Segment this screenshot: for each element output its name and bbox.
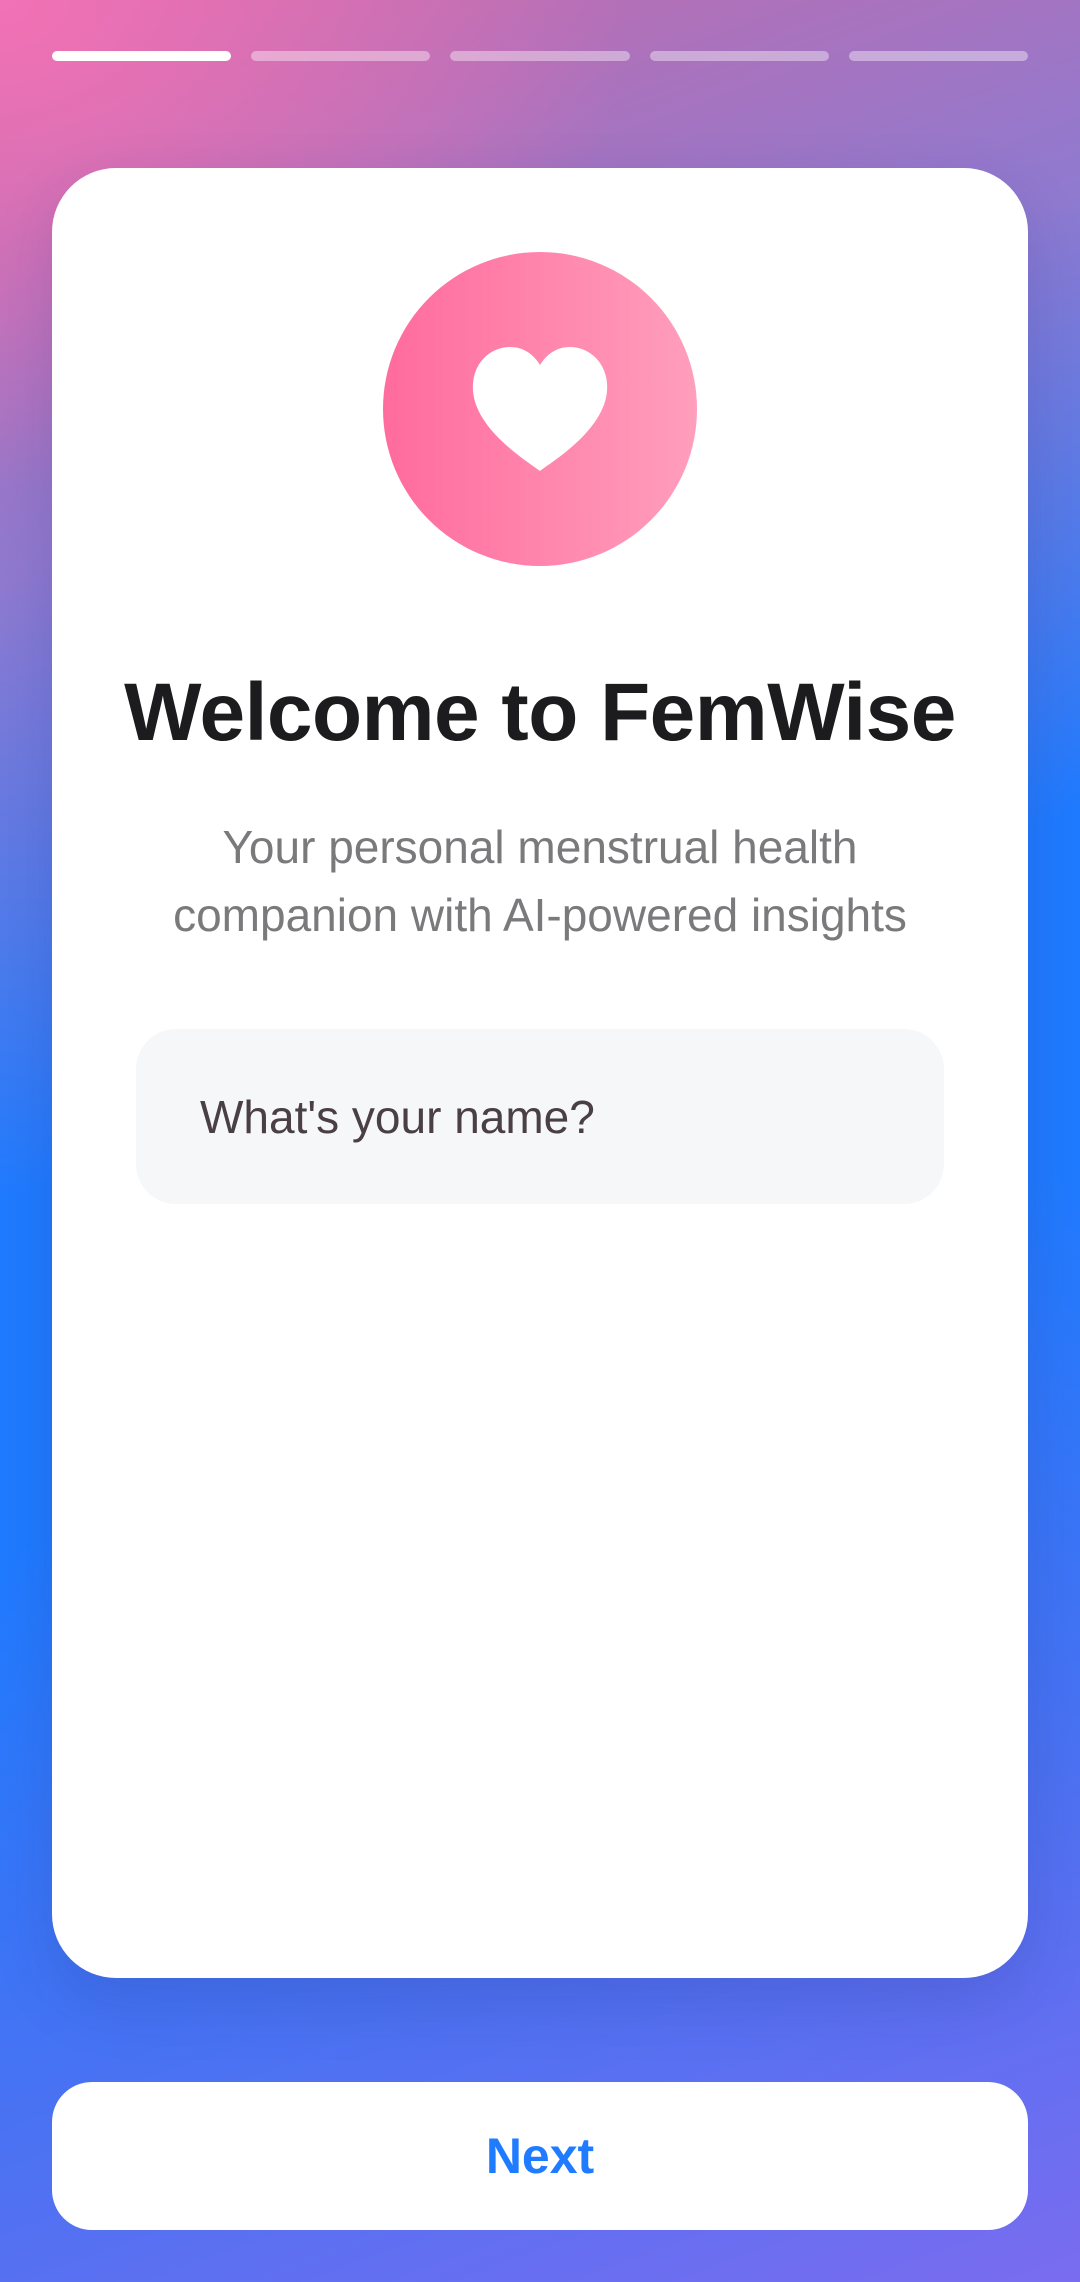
progress-step-1 <box>52 51 232 61</box>
progress-step-4 <box>649 51 829 61</box>
progress-step-3 <box>450 51 630 61</box>
progress-step-2 <box>251 51 431 61</box>
next-button[interactable]: Next <box>52 2082 1028 2230</box>
page-subtitle: Your personal menstrual health companion… <box>173 821 907 941</box>
name-input[interactable] <box>136 1029 944 1204</box>
welcome-card: Welcome to FemWise Your personal menstru… <box>52 168 1028 1978</box>
progress-step-5 <box>848 51 1029 61</box>
heart-icon <box>472 347 608 471</box>
app-logo <box>383 252 697 566</box>
page-title: Welcome to FemWise <box>124 667 956 758</box>
onboarding-progress <box>52 51 1029 63</box>
